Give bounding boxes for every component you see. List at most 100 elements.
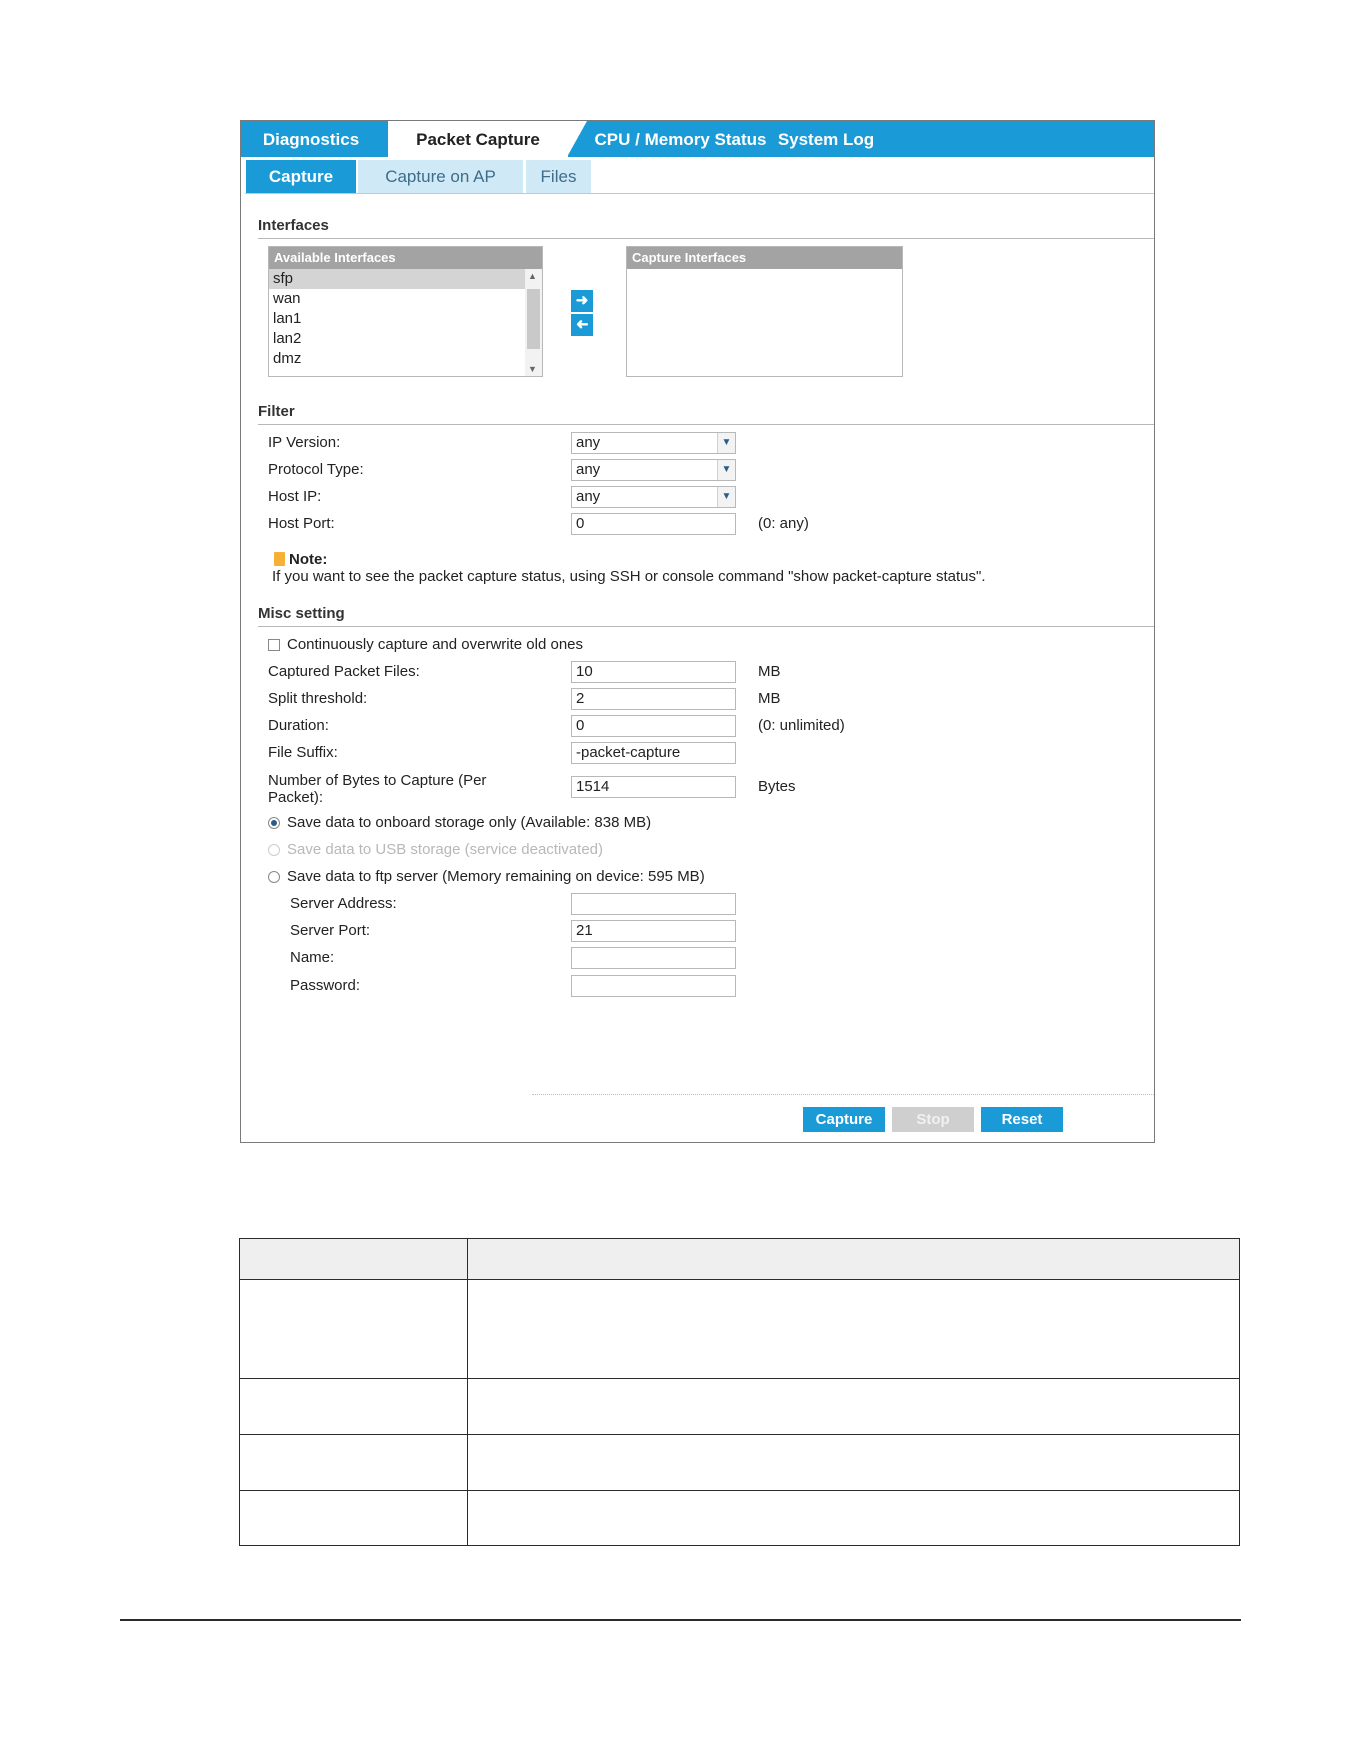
bytes-to-capture-unit: Bytes: [758, 778, 796, 795]
host-port-input[interactable]: 0: [571, 513, 736, 535]
captured-files-label: Captured Packet Files:: [268, 663, 420, 680]
table-cell: [467, 1434, 1240, 1491]
scroll-down-icon[interactable]: ▼: [528, 364, 537, 374]
captured-files-input[interactable]: 10: [571, 661, 736, 683]
ip-version-value: any: [576, 434, 601, 451]
host-port-label: Host Port:: [268, 515, 335, 532]
reset-button[interactable]: Reset: [981, 1107, 1063, 1132]
bytes-to-capture-label-line1: Number of Bytes to Capture (Per: [268, 772, 487, 789]
protocol-type-label: Protocol Type:: [268, 461, 364, 478]
packet-capture-screenshot: Diagnostics Packet Capture CPU / Memory …: [240, 120, 1155, 1143]
save-ftp-radio[interactable]: [268, 871, 280, 883]
add-interface-button[interactable]: ➜: [571, 290, 593, 312]
interface-option-dmz[interactable]: dmz: [269, 349, 530, 369]
ip-version-select[interactable]: any ▼: [571, 432, 736, 454]
duration-hint: (0: unlimited): [758, 717, 845, 734]
server-port-label: Server Port:: [290, 922, 371, 939]
arrow-left-icon: ➜: [575, 316, 589, 333]
name-input[interactable]: [571, 947, 736, 969]
capture-interfaces-header: Capture Interfaces: [627, 247, 902, 269]
field-description-table: [239, 1238, 1240, 1546]
table-header-cell: [467, 1238, 1240, 1280]
interface-option-sfp[interactable]: sfp: [269, 269, 530, 289]
arrow-right-icon: ➜: [575, 292, 589, 309]
continuous-capture-label: Continuously capture and overwrite old o…: [287, 636, 584, 653]
table-cell: [467, 1279, 1240, 1379]
scroll-up-icon[interactable]: ▲: [528, 271, 537, 281]
password-label: Password:: [290, 977, 361, 994]
stop-button: Stop: [892, 1107, 974, 1132]
available-interfaces-scrollbar[interactable]: ▲ ▼: [525, 269, 542, 376]
table-row: [239, 1378, 1240, 1435]
interface-option-wan[interactable]: wan: [269, 289, 530, 309]
tab-cpu-memory-status[interactable]: CPU / Memory Status: [593, 121, 768, 157]
host-ip-value: any: [576, 488, 601, 505]
duration-label: Duration:: [268, 717, 329, 734]
misc-section-rule: [258, 626, 1154, 627]
chevron-down-icon: ▼: [717, 433, 735, 453]
note-icon: [274, 552, 285, 566]
capture-interfaces-list[interactable]: Capture Interfaces: [626, 246, 903, 377]
tab-diagnostics[interactable]: Diagnostics: [241, 121, 381, 157]
table-row: [239, 1490, 1240, 1546]
continuous-capture-checkbox[interactable]: [268, 639, 280, 651]
captured-files-unit: MB: [758, 663, 781, 680]
protocol-type-value: any: [576, 461, 601, 478]
table-cell: [239, 1378, 468, 1435]
interface-option-lan2[interactable]: lan2: [269, 329, 530, 349]
note-title: Note:: [289, 551, 328, 568]
interface-option-lan1[interactable]: lan1: [269, 309, 530, 329]
tab-system-log[interactable]: System Log: [771, 121, 881, 157]
subtab-capture-on-ap[interactable]: Capture on AP: [358, 160, 523, 193]
password-input[interactable]: [571, 975, 736, 997]
split-threshold-label: Split threshold:: [268, 690, 368, 707]
page-footer-rule: [120, 1619, 1241, 1621]
bytes-to-capture-label: Number of Bytes to Capture (Per Packet):: [268, 772, 486, 806]
capture-button[interactable]: Capture: [803, 1107, 885, 1132]
server-address-input[interactable]: [571, 893, 736, 915]
tab-packet-capture[interactable]: Packet Capture: [388, 121, 568, 157]
split-threshold-input[interactable]: 2: [571, 688, 736, 710]
server-address-label: Server Address:: [290, 895, 397, 912]
file-suffix-input[interactable]: -packet-capture: [571, 742, 736, 764]
available-interfaces-list[interactable]: Available Interfaces sfp wan lan1 lan2 d…: [268, 246, 543, 377]
protocol-type-select[interactable]: any ▼: [571, 459, 736, 481]
table-row: [239, 1434, 1240, 1491]
bytes-to-capture-input[interactable]: 1514: [571, 776, 736, 798]
table-cell: [467, 1490, 1240, 1546]
server-port-input[interactable]: 21: [571, 920, 736, 942]
subtab-files[interactable]: Files: [526, 160, 591, 193]
save-onboard-radio[interactable]: [268, 817, 280, 829]
subtab-divider: [245, 193, 1154, 194]
filter-section-title: Filter: [258, 403, 295, 420]
host-port-hint: (0: any): [758, 515, 809, 532]
available-interfaces-header: Available Interfaces: [269, 247, 542, 269]
save-ftp-label: Save data to ftp server (Memory remainin…: [287, 868, 705, 885]
sub-tab-bar: Capture Capture on AP Files: [241, 157, 1154, 193]
table-cell: [467, 1378, 1240, 1435]
table-header-cell: [239, 1238, 468, 1280]
split-threshold-unit: MB: [758, 690, 781, 707]
table-row: [239, 1279, 1240, 1379]
main-tab-bar: Diagnostics Packet Capture CPU / Memory …: [241, 121, 1154, 157]
file-suffix-label: File Suffix:: [268, 744, 338, 761]
chevron-down-icon: ▼: [717, 487, 735, 507]
note-text: If you want to see the packet capture st…: [272, 568, 986, 585]
save-usb-radio: [268, 844, 280, 856]
misc-section-title: Misc setting: [258, 605, 345, 622]
table-cell: [239, 1490, 468, 1546]
host-ip-select[interactable]: any ▼: [571, 486, 736, 508]
host-ip-label: Host IP:: [268, 488, 322, 505]
remove-interface-button[interactable]: ➜: [571, 314, 593, 336]
tab-slant-decoration: [567, 121, 587, 157]
duration-input[interactable]: 0: [571, 715, 736, 737]
table-cell: [239, 1434, 468, 1491]
scrollbar-thumb[interactable]: [527, 289, 540, 349]
save-onboard-label: Save data to onboard storage only (Avail…: [287, 814, 652, 831]
table-cell: [239, 1279, 468, 1379]
ip-version-label: IP Version:: [268, 434, 341, 451]
save-usb-label: Save data to USB storage (service deacti…: [287, 841, 603, 858]
interfaces-section-title: Interfaces: [258, 217, 329, 234]
bytes-to-capture-label-line2: Packet):: [268, 789, 324, 806]
subtab-capture[interactable]: Capture: [246, 160, 356, 193]
